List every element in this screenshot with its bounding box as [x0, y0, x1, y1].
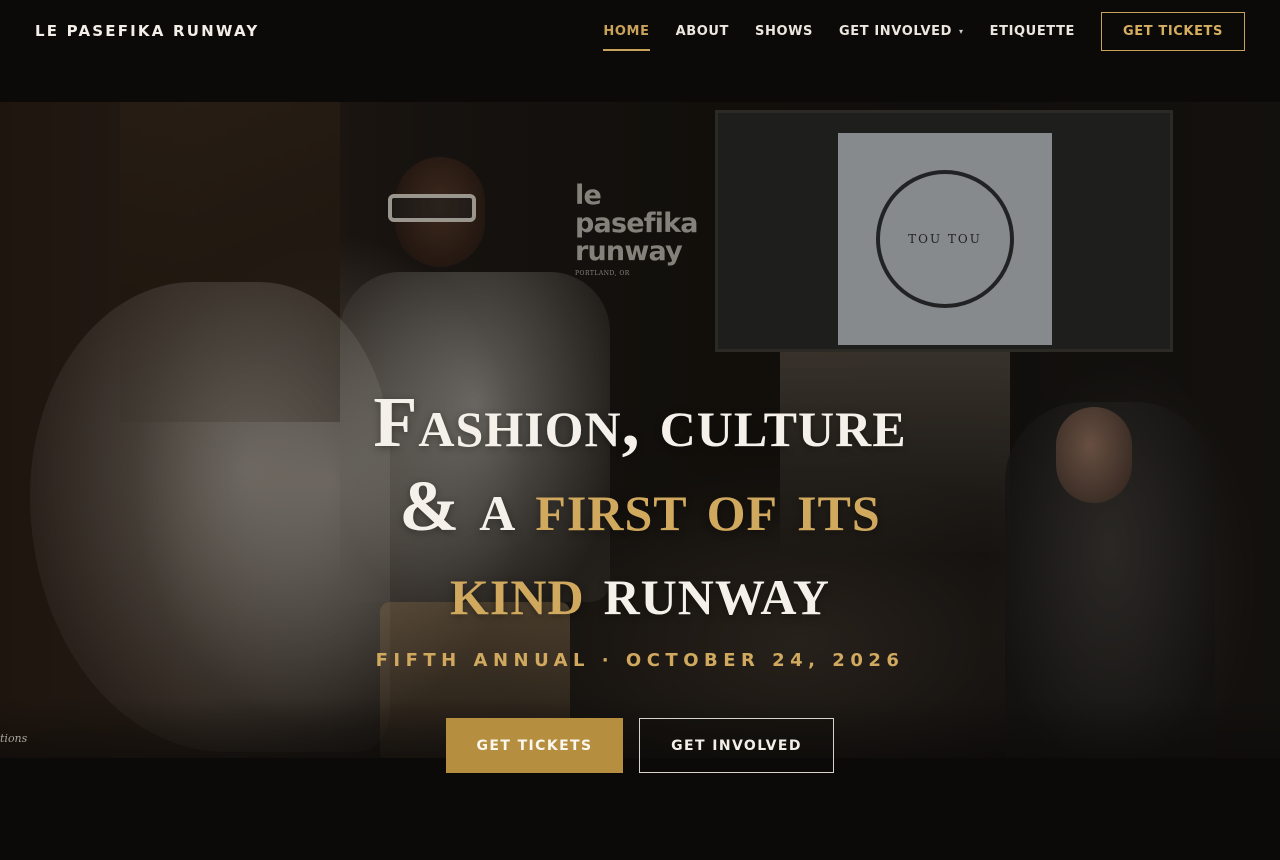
nav-get-involved-label: GET INVOLVED	[839, 23, 952, 39]
site-header: LE PASEFIKA RUNWAY HOME ABOUT SHOWS GET …	[0, 0, 1280, 62]
site-brand[interactable]: LE PASEFIKA RUNWAY	[35, 22, 259, 40]
headline-line-2-gold: first of its	[535, 466, 881, 546]
nav-get-involved[interactable]: GET INVOLVED ▾	[839, 18, 964, 45]
headline-line-3-white: runway	[603, 550, 830, 630]
headline-line-2-white: & a	[399, 466, 517, 546]
headline-line-3-gold: kind	[450, 550, 585, 630]
photographer-signature: tions	[0, 732, 28, 745]
nav-home[interactable]: HOME	[603, 18, 650, 51]
main-nav: HOME ABOUT SHOWS GET INVOLVED ▾ ETIQUETT…	[577, 11, 1245, 51]
event-date-subline: FIFTH ANNUAL · OCTOBER 24, 2026	[375, 650, 905, 671]
chevron-down-icon: ▾	[959, 26, 964, 36]
hero-buttons: GET TICKETS GET INVOLVED	[446, 718, 834, 773]
hero-get-involved-button[interactable]: GET INVOLVED	[639, 718, 834, 773]
nav-about[interactable]: ABOUT	[676, 18, 729, 45]
nav-shows[interactable]: SHOWS	[755, 18, 813, 45]
nav-etiquette[interactable]: ETIQUETTE	[990, 18, 1075, 45]
hero-headline: Fashion, culture & a first of its kind r…	[0, 380, 1280, 632]
headline-line-1: Fashion, culture	[373, 382, 907, 462]
header-get-tickets-button[interactable]: GET TICKETS	[1101, 11, 1245, 51]
hero-get-tickets-button[interactable]: GET TICKETS	[446, 718, 623, 773]
